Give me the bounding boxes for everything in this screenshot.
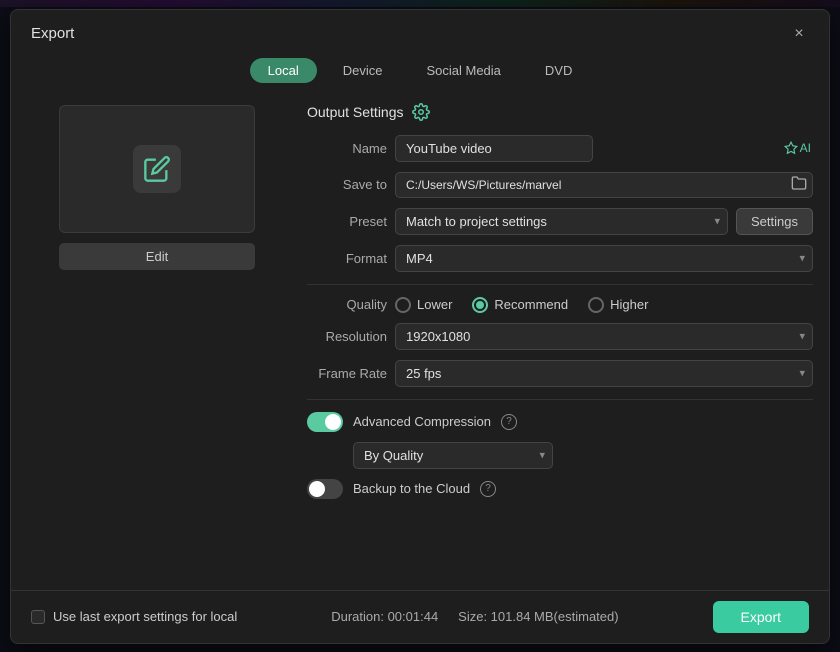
quality-higher-label: Higher: [610, 297, 648, 312]
name-row: Name AI: [307, 135, 813, 162]
resolution-row: Resolution 1920x1080 ▾: [307, 323, 813, 350]
format-select[interactable]: MP4: [395, 245, 813, 272]
by-quality-row: By Quality ▾: [353, 442, 813, 469]
quality-lower-option[interactable]: Lower: [395, 297, 452, 313]
export-dialog: Export × Local Device Social Media DVD: [10, 9, 830, 644]
quality-recommend-label: Recommend: [494, 297, 568, 312]
frame-rate-row: Frame Rate 25 fps ▾: [307, 360, 813, 387]
tabs-row: Local Device Social Media DVD: [11, 54, 829, 95]
settings-button[interactable]: Settings: [736, 208, 813, 235]
use-last-settings-checkbox[interactable]: [31, 610, 45, 624]
ai-button[interactable]: AI: [782, 141, 813, 155]
divider-2: [307, 399, 813, 400]
format-row: Format MP4 ▾: [307, 245, 813, 272]
footer-left: Use last export settings for local: [31, 609, 237, 624]
tab-dvd[interactable]: DVD: [527, 58, 590, 83]
quality-recommend-radio: [472, 297, 488, 313]
backup-cloud-info-icon[interactable]: ?: [480, 481, 496, 497]
edit-preview-icon: [143, 155, 171, 183]
save-to-label: Save to: [307, 177, 387, 192]
tab-social-media[interactable]: Social Media: [408, 58, 518, 83]
save-to-row: Save to: [307, 172, 813, 198]
footer: Use last export settings for local Durat…: [11, 590, 829, 643]
title-bar: Export ×: [11, 10, 829, 54]
frame-rate-select[interactable]: 25 fps: [395, 360, 813, 387]
quality-higher-option[interactable]: Higher: [588, 297, 648, 313]
export-button[interactable]: Export: [713, 601, 809, 633]
duration-label: Duration: 00:01:44: [331, 609, 438, 624]
quality-recommend-inner: [476, 301, 484, 309]
folder-button[interactable]: [791, 175, 807, 194]
advanced-compression-info-icon[interactable]: ?: [501, 414, 517, 430]
resolution-label: Resolution: [307, 329, 387, 344]
name-label: Name: [307, 141, 387, 156]
edit-button[interactable]: Edit: [59, 243, 255, 270]
preview-panel: Edit: [27, 95, 287, 590]
size-label: Size: 101.84 MB(estimated): [458, 609, 618, 624]
preset-row: Preset Match to project settings ▾ Setti…: [307, 208, 813, 235]
output-settings-header: Output Settings: [307, 103, 813, 121]
folder-icon: [791, 175, 807, 191]
advanced-compression-row: Advanced Compression ?: [307, 412, 813, 432]
quality-higher-radio: [588, 297, 604, 313]
divider-1: [307, 284, 813, 285]
preset-label: Preset: [307, 214, 387, 229]
use-last-settings-label: Use last export settings for local: [53, 609, 237, 624]
backup-cloud-knob: [309, 481, 325, 497]
quality-options: Lower Recommend Higher: [395, 297, 813, 313]
advanced-compression-toggle[interactable]: [307, 412, 343, 432]
quality-label: Quality: [307, 297, 387, 312]
backup-cloud-toggle[interactable]: [307, 479, 343, 499]
content-area: Edit Output Settings Name: [11, 95, 829, 590]
output-settings-label: Output Settings: [307, 104, 404, 120]
settings-panel: Output Settings Name: [299, 95, 813, 590]
frame-rate-label: Frame Rate: [307, 366, 387, 381]
name-input[interactable]: [395, 135, 593, 162]
preset-select[interactable]: Match to project settings: [395, 208, 728, 235]
preview-box: [59, 105, 255, 233]
tab-local[interactable]: Local: [250, 58, 317, 83]
backup-cloud-label: Backup to the Cloud: [353, 481, 470, 496]
backup-cloud-row: Backup to the Cloud ?: [307, 479, 813, 499]
advanced-compression-label: Advanced Compression: [353, 414, 491, 429]
save-to-input[interactable]: [395, 172, 813, 198]
tab-device[interactable]: Device: [325, 58, 401, 83]
quality-row: Quality Lower Recommend: [307, 297, 813, 313]
format-label: Format: [307, 251, 387, 266]
footer-info: Duration: 00:01:44 Size: 101.84 MB(estim…: [331, 609, 618, 624]
output-settings-icon: [412, 103, 430, 121]
resolution-select[interactable]: 1920x1080: [395, 323, 813, 350]
ai-icon: [784, 141, 798, 155]
quality-recommend-option[interactable]: Recommend: [472, 297, 568, 313]
close-button[interactable]: ×: [789, 24, 809, 44]
dialog-title: Export: [31, 25, 74, 42]
preview-icon: [133, 145, 181, 193]
advanced-compression-knob: [325, 414, 341, 430]
by-quality-select[interactable]: By Quality: [353, 442, 553, 469]
quality-lower-radio: [395, 297, 411, 313]
quality-lower-label: Lower: [417, 297, 452, 312]
